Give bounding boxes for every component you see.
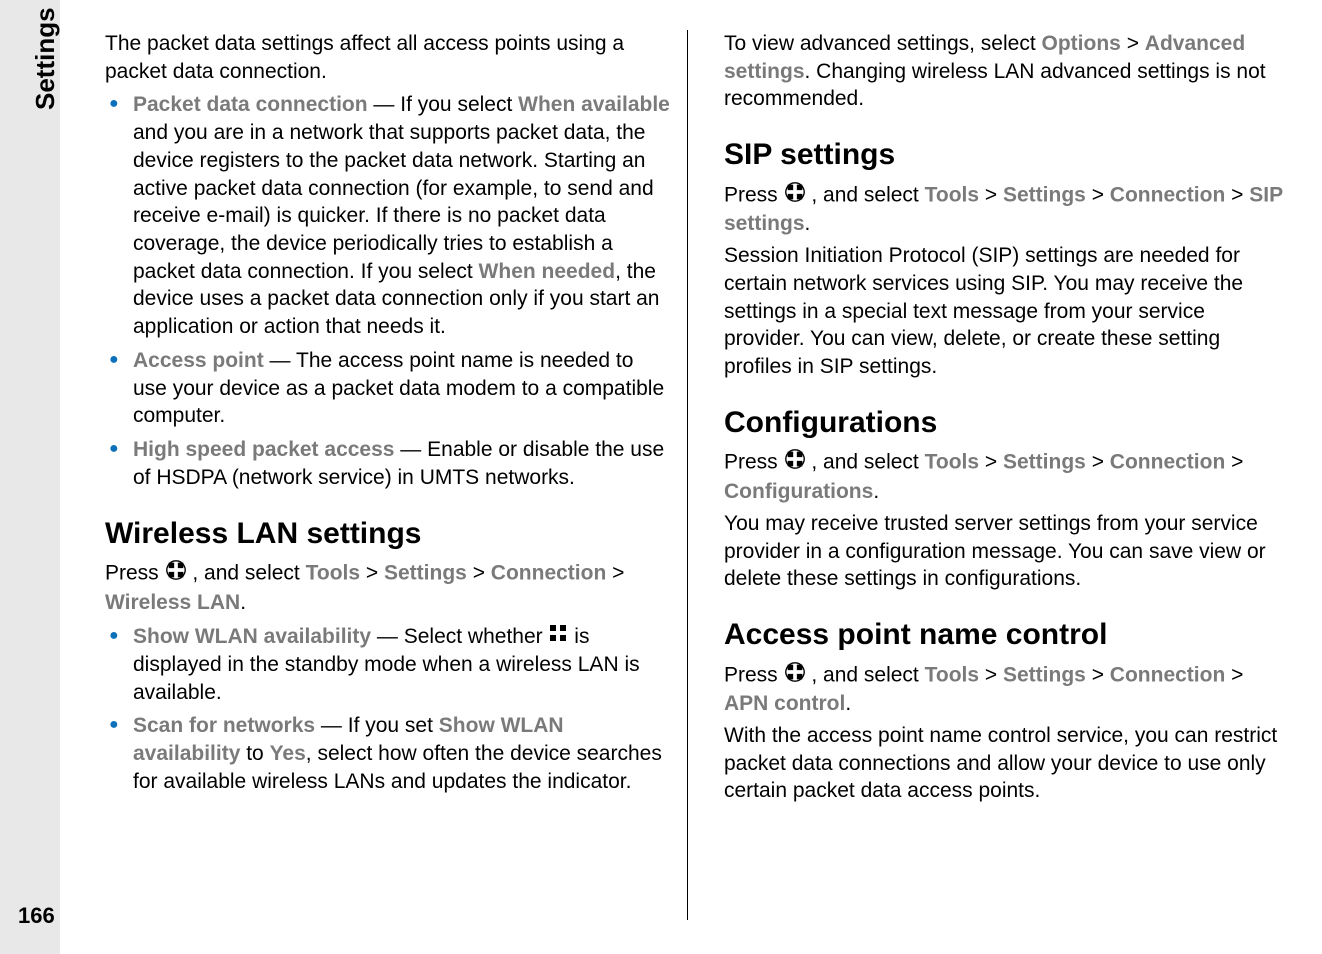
- text: To view advanced settings, select: [724, 32, 1042, 55]
- show-wlan-availability-label: Show WLAN availability: [133, 625, 371, 648]
- sip-settings-heading: SIP settings: [724, 135, 1290, 175]
- tools-label: Tools: [925, 663, 979, 686]
- text: — If you set: [315, 714, 439, 737]
- sidebar: Settings 166: [0, 0, 60, 954]
- menu-key-icon: [784, 448, 806, 478]
- gt: >: [366, 562, 378, 585]
- text: and you are in a network that supports p…: [133, 121, 654, 283]
- menu-key-icon: [784, 181, 806, 211]
- left-column: The packet data settings affect all acce…: [105, 30, 688, 920]
- apn-press-path: Press , and select Tools > Settings > Co…: [724, 661, 1290, 718]
- gt: >: [985, 663, 997, 686]
- text: — Select whether: [371, 625, 548, 648]
- sip-body: Session Initiation Protocol (SIP) settin…: [724, 242, 1290, 381]
- access-point-label: Access point: [133, 349, 264, 372]
- menu-key-icon: [784, 661, 806, 691]
- connection-label: Connection: [1110, 451, 1226, 474]
- configurations-label: Configurations: [724, 480, 873, 503]
- menu-key-icon: [165, 559, 187, 589]
- gt: >: [1231, 183, 1243, 206]
- gt: >: [1092, 183, 1104, 206]
- settings-label: Settings: [1003, 663, 1086, 686]
- tools-label: Tools: [925, 451, 979, 474]
- tools-label: Tools: [925, 183, 979, 206]
- configurations-press-path: Press , and select Tools > Settings > Co…: [724, 448, 1290, 505]
- page-content: The packet data settings affect all acce…: [105, 30, 1290, 920]
- connection-label: Connection: [1110, 663, 1226, 686]
- text: , and select: [806, 183, 925, 206]
- scan-for-networks-label: Scan for networks: [133, 714, 315, 737]
- gt: >: [1127, 32, 1139, 55]
- yes-label: Yes: [270, 742, 306, 765]
- wlan-settings-heading: Wireless LAN settings: [105, 514, 671, 554]
- apn-body: With the access point name control servi…: [724, 722, 1290, 805]
- settings-label: Settings: [384, 562, 467, 585]
- gt: >: [1092, 663, 1104, 686]
- wlan-press-path: Press , and select Tools > Settings > Co…: [105, 559, 671, 616]
- text: .: [873, 480, 879, 503]
- right-column: To view advanced settings, select Option…: [708, 30, 1290, 920]
- text: , and select: [187, 562, 306, 585]
- text: Press: [724, 183, 784, 206]
- gt: >: [473, 562, 485, 585]
- text: , and select: [806, 663, 925, 686]
- gt: >: [1231, 663, 1243, 686]
- text: — If you select: [368, 93, 519, 116]
- connection-label: Connection: [491, 562, 607, 585]
- gt: >: [1231, 451, 1243, 474]
- connection-label: Connection: [1110, 183, 1226, 206]
- list-item: High speed packet access — Enable or dis…: [105, 436, 671, 491]
- list-item: Access point — The access point name is …: [105, 347, 671, 430]
- page-number: 166: [18, 903, 55, 929]
- settings-label: Settings: [1003, 183, 1086, 206]
- sip-press-path: Press , and select Tools > Settings > Co…: [724, 181, 1290, 238]
- packet-data-intro: The packet data settings affect all acce…: [105, 30, 671, 85]
- wlan-list: Show WLAN availability — Select whether …: [105, 623, 671, 796]
- gt: >: [985, 451, 997, 474]
- text: , and select: [806, 451, 925, 474]
- text: Press: [105, 562, 165, 585]
- text: Press: [724, 663, 784, 686]
- options-label: Options: [1042, 32, 1121, 55]
- when-needed-label: When needed: [479, 260, 616, 283]
- apn-control-label: APN control: [724, 692, 845, 715]
- wireless-lan-label: Wireless LAN: [105, 591, 240, 614]
- packet-data-connection-label: Packet data connection: [133, 93, 368, 116]
- apn-control-heading: Access point name control: [724, 615, 1290, 655]
- tools-label: Tools: [306, 562, 360, 585]
- text: to: [240, 742, 269, 765]
- list-item: Packet data connection — If you select W…: [105, 91, 671, 340]
- text: Press: [724, 451, 784, 474]
- gt: >: [1092, 451, 1104, 474]
- sidebar-title: Settings: [30, 7, 61, 110]
- settings-label: Settings: [1003, 451, 1086, 474]
- text: .: [240, 591, 246, 614]
- configurations-heading: Configurations: [724, 403, 1290, 443]
- packet-data-list: Packet data connection — If you select W…: [105, 91, 671, 491]
- text: . Changing wireless LAN advanced setting…: [724, 60, 1266, 111]
- configurations-body: You may receive trusted server settings …: [724, 510, 1290, 593]
- hspa-label: High speed packet access: [133, 438, 394, 461]
- text: .: [805, 212, 811, 235]
- gt: >: [612, 562, 624, 585]
- gt: >: [985, 183, 997, 206]
- when-available-label: When available: [518, 93, 670, 116]
- list-item: Show WLAN availability — Select whether …: [105, 623, 671, 707]
- wlan-indicator-icon: [548, 623, 568, 651]
- text: .: [845, 692, 851, 715]
- advanced-settings-paragraph: To view advanced settings, select Option…: [724, 30, 1290, 113]
- list-item: Scan for networks — If you set Show WLAN…: [105, 712, 671, 795]
